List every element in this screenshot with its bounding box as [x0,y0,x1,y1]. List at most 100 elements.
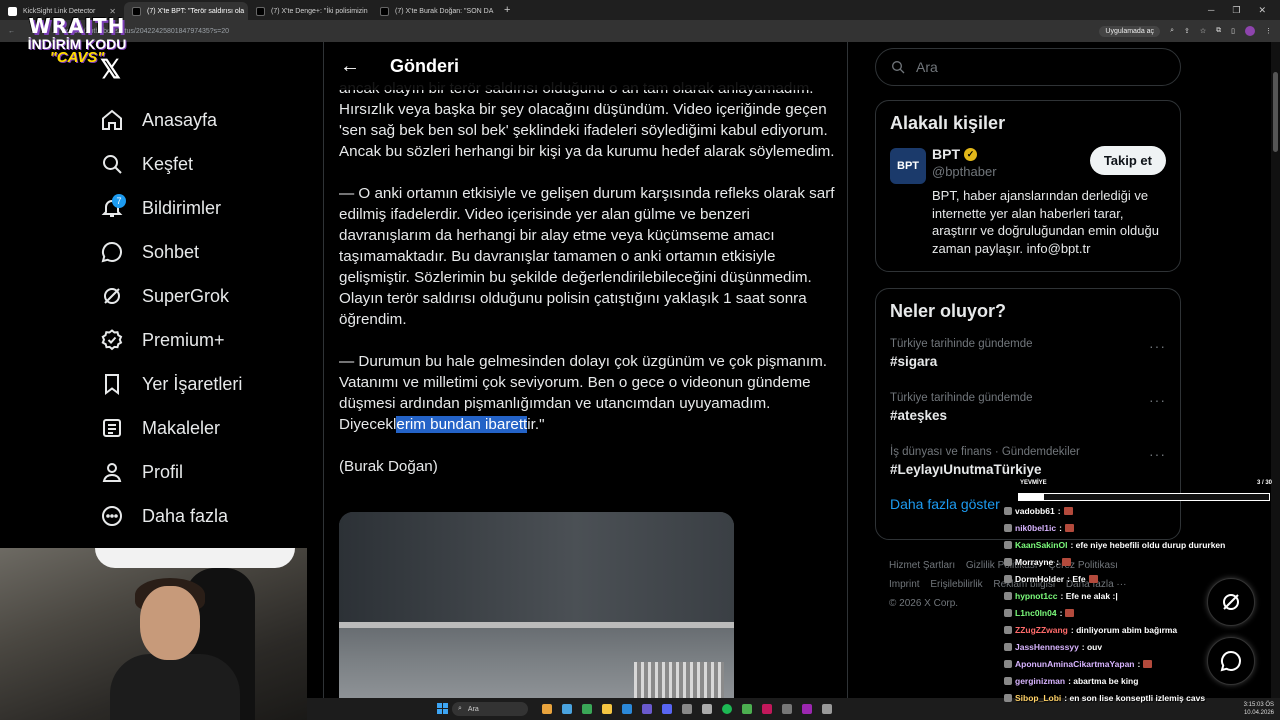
post-video[interactable] [339,512,734,720]
zoom-icon[interactable]: ⌕ [1170,27,1174,35]
chat-username[interactable]: Sibop_Lobi [1015,693,1061,703]
sidebar-item-chat[interactable]: Sohbet [100,230,300,274]
taskbar-search[interactable]: ⌕ Ara [452,702,528,716]
trend-name: #ateşkes [890,408,948,423]
app-icon[interactable] [682,704,692,714]
browser-tab[interactable]: (7) X'te Denge+: "İki polisimizin✕ [248,2,372,20]
chat-text: : [1137,658,1141,669]
trend-item[interactable]: Türkiye tarihinde gündemde #ateşkes ··· [876,384,1180,438]
chat-username[interactable]: nik0bel1ic [1015,523,1056,533]
scrollbar-thumb[interactable] [1273,72,1278,152]
sidebar-item-more[interactable]: Daha fazla [100,494,300,538]
sidebar-item-premium[interactable]: Premium+ [100,318,300,362]
spotify-icon[interactable] [722,704,732,714]
chat-username[interactable]: DormHolder [1015,574,1064,584]
trend-item[interactable]: Türkiye tarihinde gündemde #sigara ··· [876,330,1180,384]
footer-link[interactable]: Imprint [889,579,920,590]
sidebar-item-label: SuperGrok [142,285,230,306]
windows-start-icon[interactable] [437,703,448,714]
chat-text: : [1056,556,1060,567]
sidebar-item-profile[interactable]: Profil [100,450,300,494]
sidebar-item-label: Yer İşaretleri [142,373,243,394]
chat-emote-icon [1063,506,1073,515]
browser-tab-active[interactable]: (7) X'te BPT: "Terör saldırısı ola✕ [124,2,248,20]
trend-context: Türkiye tarihinde gündemde [890,392,1033,404]
webcam-person-body [110,654,240,720]
chat-message: nik0bel1ic: [1004,519,1274,536]
sidebar-item-bookmarks[interactable]: Yer İşaretleri [100,362,300,406]
related-person[interactable]: BPT BPT ✓ @bpthaber BPT, haber ajansların… [876,134,1180,269]
footer-link[interactable]: Erişilebilirlik [930,579,982,590]
app-icon[interactable] [642,704,652,714]
share-icon[interactable]: ⇪ [1184,27,1190,35]
extensions-icon[interactable]: ⧉ [1216,27,1221,35]
chat-username[interactable]: AponunAminaCikartmaYapan [1015,659,1135,669]
chat-emote-icon [1088,574,1098,583]
chat-username[interactable]: ZZugZZwang [1015,625,1068,635]
search-input[interactable]: Ara [875,48,1181,86]
chat-username[interactable]: JassHennessyy [1015,642,1079,652]
post-text: ancak olayın bir terör saldırısı olduğun… [339,78,839,498]
sidebar-item-articles[interactable]: Makaleler [100,406,300,450]
chat-badge-icon [1004,608,1012,617]
url-field[interactable]: x.com/bpthaber/status/204224258018479743… [65,28,1089,35]
sidebar-item-home[interactable]: Anasayfa [100,98,300,142]
chat-badge-icon [1004,659,1012,668]
chat-username[interactable]: KaanSakinOl [1015,540,1067,550]
follow-button[interactable]: Takip et [1089,146,1166,175]
app-icon[interactable] [802,704,812,714]
edge-icon[interactable] [622,704,632,714]
more-icon[interactable]: ··· [1149,338,1166,354]
post-paragraph: — Durumun bu hale gelmesinden dolayı çok… [339,351,839,435]
open-in-app-button[interactable]: Uygulamada aç [1099,25,1161,37]
chat-text: : dinliyorum abim bağırma [1070,624,1178,635]
folder-icon[interactable] [602,704,612,714]
notification-badge: 7 [112,194,126,208]
video-frame-wall [339,512,734,622]
browser-tab[interactable]: (7) X'te Burak Doğan: "SON DA✕ [372,2,496,20]
user-name-text: BPT [932,146,960,162]
more-icon[interactable]: ··· [1149,446,1166,462]
chat-username[interactable]: vadobb61 [1015,506,1055,516]
avatar[interactable]: BPT [890,148,926,184]
stream-chat: YEVMİYE 3 / 30 vadobb61: nik0bel1ic: KaanS… [1004,480,1274,706]
back-arrow-icon[interactable]: ← [340,55,360,78]
chat-badge-icon [1004,540,1012,549]
app-icon[interactable] [562,704,572,714]
app-icon[interactable] [822,704,832,714]
app-icon[interactable] [542,704,552,714]
more-icon [102,506,122,526]
maximize-icon[interactable]: ❐ [1232,5,1240,16]
sidebar-item-explore[interactable]: Keşfet [100,142,300,186]
post-column: ← Gönderi ancak olayın bir terör saldırı… [323,42,848,720]
new-tab-button[interactable]: + [496,4,518,16]
sidebar-item-label: Daha fazla [142,505,229,526]
chat-icon [101,241,122,263]
footer-link[interactable]: Hizmet Şartları [889,560,955,571]
minimize-icon[interactable]: ─ [1208,5,1214,16]
chat-username[interactable]: Morrayne [1015,557,1053,567]
goal-bar: YEVMİYE 3 / 30 [1004,480,1274,502]
goal-progress [1018,493,1270,501]
app-icon[interactable] [762,704,772,714]
card-title: Alakalı kişiler [890,113,1006,133]
discord-icon[interactable] [662,704,672,714]
app-icon[interactable] [782,704,792,714]
app-icon[interactable] [702,704,712,714]
back-arrow-icon[interactable]: ← [8,28,15,35]
chat-username[interactable]: gerginizman [1015,676,1065,686]
app-icon[interactable] [742,704,752,714]
close-window-icon[interactable]: ✕ [1258,5,1266,16]
chat-username[interactable]: hypnot1cc [1015,591,1058,601]
sidebar-nav: Anasayfa Keşfet 7 Bildirimler Sohbet Sup… [100,98,300,538]
chat-username[interactable]: L1nc0ln04 [1015,608,1057,618]
star-icon[interactable]: ☆ [1200,27,1206,35]
chrome-icon[interactable] [582,704,592,714]
profile-avatar-icon[interactable] [1245,26,1255,36]
sidebar-icon[interactable]: ▯ [1231,27,1235,35]
more-icon[interactable]: ··· [1149,392,1166,408]
chat-text: : ouv [1081,641,1103,652]
sidebar-item-supergrok[interactable]: SuperGrok [100,274,300,318]
sidebar-item-notifications[interactable]: 7 Bildirimler [100,186,300,230]
menu-icon[interactable]: ⋮ [1265,27,1272,35]
